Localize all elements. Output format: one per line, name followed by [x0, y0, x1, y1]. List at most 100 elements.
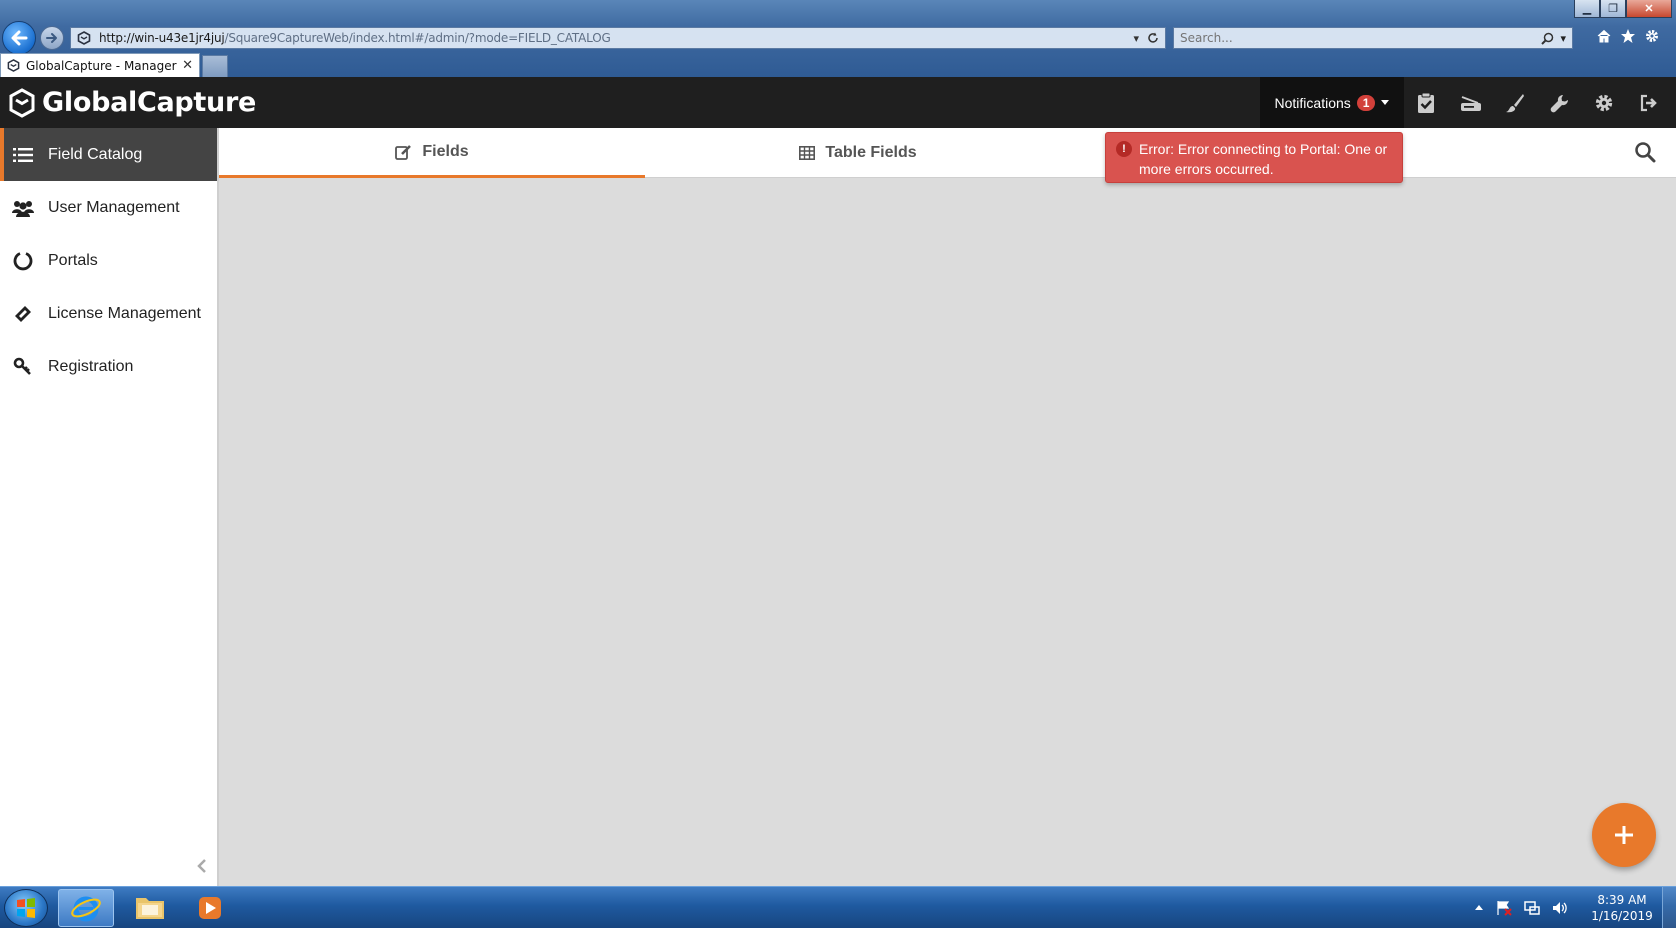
users-icon	[12, 197, 34, 219]
system-tray: 8:39 AM 1/16/2019	[1474, 887, 1676, 928]
sidebar-item-label: Portals	[48, 251, 98, 269]
sidebar-item-field-catalog[interactable]: Field Catalog	[0, 128, 217, 181]
list-icon	[12, 144, 34, 166]
main-content	[219, 178, 1676, 886]
search-icon[interactable]	[1541, 32, 1554, 45]
restore-button[interactable]: ❐	[1600, 0, 1626, 18]
configuration-button[interactable]	[1538, 77, 1583, 128]
dropdown-icon[interactable]: ▾	[1133, 32, 1139, 45]
sidebar-item-label: Field Catalog	[48, 145, 143, 163]
minimize-button[interactable]: ▁	[1574, 0, 1600, 18]
add-field-button[interactable]	[1592, 803, 1656, 867]
address-bar[interactable]: http://win-u43e1jr4juj/Square9CaptureWeb…	[70, 27, 1166, 49]
windows-logo-icon	[17, 898, 35, 918]
notifications-count-badge: 1	[1356, 94, 1376, 111]
sidebar-collapse-button[interactable]	[192, 856, 212, 876]
taskbar-clock[interactable]: 8:39 AM 1/16/2019	[1582, 892, 1662, 924]
globalcapture-logo-icon	[9, 87, 35, 118]
clock-date: 1/16/2019	[1591, 909, 1653, 923]
folder-icon	[136, 898, 164, 919]
key-icon	[12, 356, 34, 378]
header-toolbar	[1404, 77, 1671, 128]
arrow-right-icon	[46, 33, 57, 43]
back-button[interactable]	[2, 21, 36, 55]
site-favicon-icon	[77, 31, 91, 45]
caret-down-icon	[1381, 100, 1390, 105]
volume-icon[interactable]	[1552, 900, 1568, 916]
edit-icon	[395, 144, 412, 160]
sidebar-item-label: Registration	[48, 357, 134, 375]
sidebar: Field Catalog User Management Portals Li…	[0, 128, 219, 886]
browser-tab-strip: GlobalCapture - Manager ✕	[0, 53, 1676, 77]
settings-button[interactable]	[1582, 77, 1627, 128]
home-icon[interactable]	[1596, 28, 1612, 44]
sidebar-item-user-management[interactable]: User Management	[0, 181, 217, 234]
internet-explorer-icon	[71, 896, 101, 922]
tab-favicon-icon	[7, 59, 20, 72]
windows-taskbar: 8:39 AM 1/16/2019	[0, 886, 1676, 928]
browser-search-box[interactable]: ▾	[1173, 27, 1573, 49]
browser-toolbar	[1596, 28, 1660, 44]
design-button[interactable]	[1493, 77, 1538, 128]
close-window-button[interactable]: ✕	[1626, 0, 1672, 18]
content-search-button[interactable]	[1634, 141, 1658, 165]
plus-icon	[1615, 826, 1633, 844]
clock-time: 8:39 AM	[1597, 893, 1647, 907]
error-toast-message: Error: Error connecting to Portal: One o…	[1139, 141, 1388, 177]
window-controls: ▁ ❐ ✕	[1574, 0, 1672, 18]
scanner-button[interactable]	[1449, 77, 1494, 128]
gear-icon	[1596, 94, 1613, 111]
tab-fields-label: Fields	[422, 142, 469, 160]
taskbar-media-player[interactable]	[182, 889, 238, 927]
brand-logo[interactable]: GlobalCapture	[8, 87, 256, 118]
tasks-button[interactable]	[1404, 77, 1449, 128]
search-dropdown-icon[interactable]: ▾	[1560, 32, 1566, 45]
content-tabs: Fields Table Fields	[219, 128, 1676, 178]
notifications-dropdown[interactable]: Notifications 1	[1260, 77, 1404, 128]
tab-table-fields-label: Table Fields	[825, 144, 917, 161]
chevron-left-icon	[197, 859, 206, 873]
sign-out-icon	[1640, 94, 1657, 111]
search-icon	[1635, 142, 1656, 163]
address-url[interactable]: http://win-u43e1jr4juj/Square9CaptureWeb…	[99, 31, 1133, 45]
tools-gear-icon[interactable]	[1644, 28, 1660, 44]
sidebar-item-portals[interactable]: Portals	[0, 234, 217, 287]
forward-button[interactable]	[40, 26, 64, 50]
browser-frame: ▁ ❐ ✕ http://win-u43e1jr4juj/Square9Capt…	[0, 0, 1676, 77]
refresh-icon[interactable]	[1147, 32, 1159, 44]
browser-search-input[interactable]	[1180, 31, 1542, 45]
new-tab-button[interactable]	[202, 55, 228, 77]
show-hidden-icons-icon[interactable]	[1474, 900, 1484, 916]
arrow-left-icon	[11, 30, 28, 46]
sidebar-item-license-management[interactable]: License Management	[0, 287, 217, 340]
taskbar-file-explorer[interactable]	[122, 889, 178, 927]
network-icon[interactable]	[1524, 900, 1540, 916]
action-center-flag-icon[interactable]	[1496, 900, 1512, 916]
sidebar-item-label: User Management	[48, 198, 180, 216]
favorites-star-icon[interactable]	[1620, 28, 1636, 44]
notifications-label: Notifications	[1274, 94, 1351, 111]
taskbar-internet-explorer[interactable]	[58, 889, 114, 927]
url-path: /Square9CaptureWeb/index.html#/admin/?mo…	[224, 31, 611, 45]
sidebar-item-registration[interactable]: Registration	[0, 340, 217, 393]
sidebar-item-label: License Management	[48, 304, 201, 322]
url-domain: http://win-u43e1jr4juj	[99, 31, 225, 45]
app-header: GlobalCapture Notifications 1	[0, 77, 1676, 128]
paintbrush-icon	[1506, 93, 1525, 112]
tab-close-icon[interactable]: ✕	[182, 58, 193, 73]
media-player-icon	[199, 897, 221, 919]
table-icon	[799, 146, 816, 160]
logout-button[interactable]	[1627, 77, 1672, 128]
exclamation-circle-icon: !	[1116, 141, 1132, 157]
wrench-icon	[1550, 94, 1568, 112]
brand-name: GlobalCapture	[42, 87, 256, 118]
start-button[interactable]	[4, 889, 48, 927]
scanner-icon	[1460, 95, 1481, 111]
circle-notch-icon	[12, 250, 34, 272]
error-toast[interactable]: ! Error: Error connecting to Portal: One…	[1105, 132, 1403, 183]
show-desktop-button[interactable]	[1662, 887, 1676, 928]
browser-tab-title: GlobalCapture - Manager	[26, 58, 177, 73]
browser-tab[interactable]: GlobalCapture - Manager ✕	[0, 53, 200, 77]
tab-fields[interactable]: Fields	[219, 128, 645, 178]
tab-table-fields[interactable]: Table Fields	[645, 128, 1071, 178]
